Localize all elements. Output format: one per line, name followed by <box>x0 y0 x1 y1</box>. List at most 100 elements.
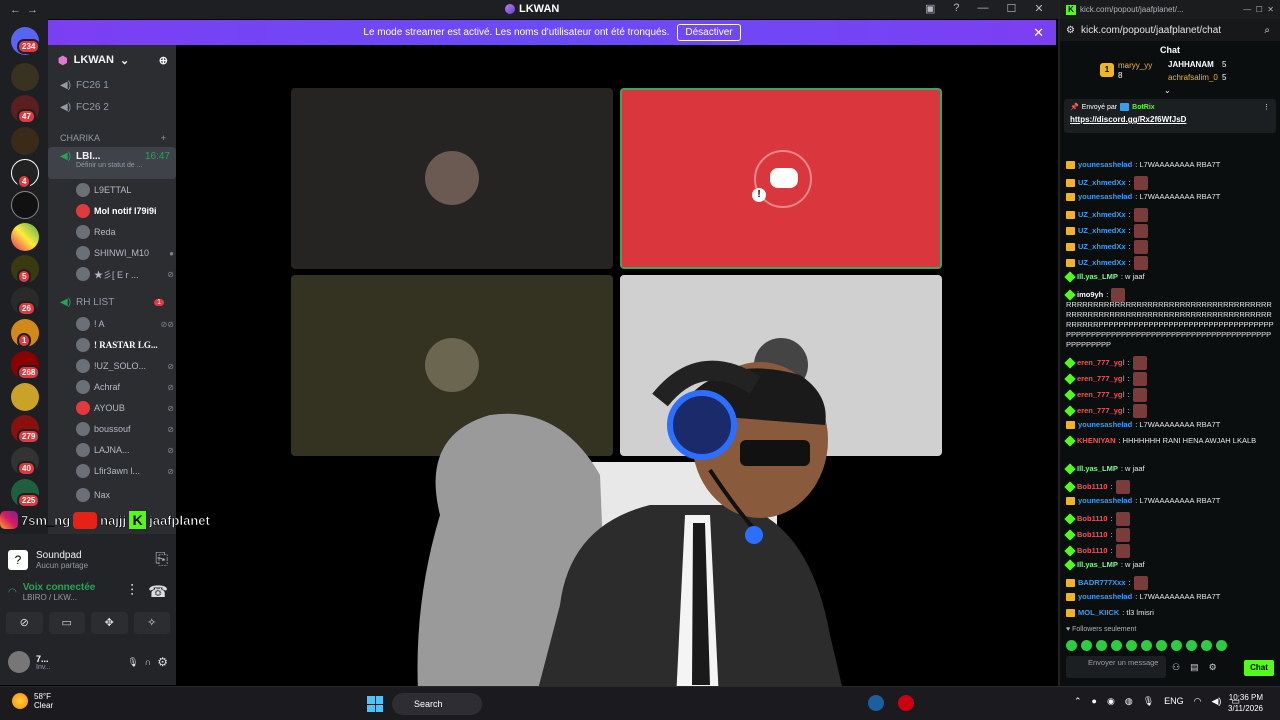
chat-message[interactable]: eren_777_ygl: <box>1064 372 1276 386</box>
voice-user[interactable]: boussouf ⊘ <box>76 419 174 439</box>
weather-widget[interactable]: 58°F Clear <box>12 692 53 710</box>
chat-message[interactable]: Bob1110: <box>1064 528 1276 542</box>
start-button[interactable] <box>367 696 383 712</box>
clock[interactable]: 10:36 PM 3/11/2026 <box>1228 692 1263 714</box>
video-tile-speaking[interactable]: ! <box>620 88 942 269</box>
guild-icon[interactable] <box>11 63 39 91</box>
chat-username[interactable]: Ill.yas_LMP <box>1077 560 1118 570</box>
chat-message[interactable]: Ill.yas_LMP: w jaaf <box>1064 559 1276 571</box>
chat-username[interactable]: Ill.yas_LMP <box>1077 464 1118 474</box>
pinned-link[interactable]: https://discord.gg/Rx2f6WfJsD <box>1070 115 1270 124</box>
minimize-button[interactable]: — <box>978 2 989 15</box>
emote-icon[interactable] <box>1141 640 1152 651</box>
emote-icon[interactable] <box>1126 640 1137 651</box>
emote-icon[interactable] <box>1171 640 1182 651</box>
channel-lbiro[interactable]: ◀) LBI... 16:47 Définir un statut de ... <box>48 147 176 179</box>
channel-rh-list[interactable]: ◀) RH LIST 1 <box>48 292 176 312</box>
settings-icon[interactable]: ⚙ <box>1209 662 1217 673</box>
emote-icon[interactable] <box>1186 640 1197 651</box>
screen-share-button[interactable]: ▭ <box>48 612 85 634</box>
chat-username[interactable]: UZ_xhmedXx <box>1078 226 1126 236</box>
close-window-button[interactable]: ✕ <box>1034 2 1043 15</box>
chat-message[interactable]: Bob1110: <box>1064 512 1276 526</box>
unpin-icon[interactable]: ⋮ <box>1263 103 1270 111</box>
chat-username[interactable]: UZ_xhmedXx <box>1078 178 1126 188</box>
chat-message[interactable]: younesashelad: L7WAAAAAAAA RBA7T <box>1066 192 1276 202</box>
chat-message[interactable]: eren_777_ygl: <box>1064 404 1276 418</box>
voice-user[interactable]: LAJNA... ⊘ <box>76 440 174 460</box>
emote-icon[interactable] <box>1096 640 1107 651</box>
server-header[interactable]: ⬢ LKWAN ⌄ ⊕ <box>48 45 176 75</box>
chevron-up-icon[interactable]: ⌃ <box>1074 696 1082 707</box>
chat-username[interactable]: younesashelad <box>1078 420 1132 430</box>
kick-address-bar[interactable]: ⚙ kick.com/popout/jaafplanet/chat ⌕ <box>1060 19 1280 41</box>
store-icon[interactable]: ▤ <box>1190 662 1199 673</box>
voice-user[interactable]: AYOUB ⊘ <box>76 398 174 418</box>
chat-message[interactable]: younesashelad: L7WAAAAAAAA RBA7T <box>1066 496 1276 506</box>
chat-username[interactable]: eren_777_ygl <box>1077 374 1125 384</box>
add-member-icon[interactable]: ⊕ <box>159 54 168 67</box>
chat-username[interactable]: Bob1110 <box>1077 546 1107 556</box>
chat-message[interactable]: UZ_xhmedXx: <box>1066 240 1276 254</box>
chat-message[interactable]: eren_777_ygl: <box>1064 356 1276 370</box>
voice-user[interactable]: ! A ⊘⊘ <box>76 314 174 334</box>
chat-username[interactable]: younesashelad <box>1078 496 1132 506</box>
nav-arrows[interactable]: ← → <box>0 4 40 16</box>
headphones-icon[interactable]: ∩ <box>145 657 151 667</box>
guild-icon[interactable] <box>11 191 39 219</box>
voice-user[interactable]: Nax <box>76 485 174 505</box>
volume-icon[interactable]: ◀) <box>1212 696 1222 707</box>
voice-user[interactable]: !UZ_SOLO... ⊘ <box>76 356 174 376</box>
guild-icon[interactable] <box>11 383 39 411</box>
chat-username[interactable]: UZ_xhmedXx <box>1078 258 1126 268</box>
wifi-icon[interactable]: ◠ <box>1194 696 1202 707</box>
chat-username[interactable]: MOL_KIICK <box>1078 608 1119 618</box>
voice-user[interactable]: ! RASTAR LG... <box>76 335 174 355</box>
chat-username[interactable]: Bob1110 <box>1077 514 1107 524</box>
chat-message[interactable]: younesashelad: L7WAAAAAAAA RBA7T <box>1066 592 1276 602</box>
video-tile[interactable] <box>291 88 613 269</box>
chat-message[interactable]: Bob1110: <box>1064 544 1276 558</box>
inbox-icon[interactable]: ▣ <box>925 2 935 15</box>
chat-username[interactable]: KHENIYAN <box>1077 436 1115 446</box>
site-info-icon[interactable]: ⚙ <box>1066 25 1075 36</box>
emote-icon[interactable] <box>1066 640 1077 651</box>
chat-message[interactable]: BADR777Xxx: <box>1066 576 1276 590</box>
chat-username[interactable]: younesashelad <box>1078 192 1132 202</box>
voice-channel[interactable]: LBIRO / LKW... <box>23 593 96 602</box>
language-indicator[interactable]: ENG <box>1164 696 1184 707</box>
chat-message[interactable]: Bob1110: <box>1064 480 1276 494</box>
chat-message[interactable]: KHENIYAN: HHHHHHH RANI HENA AWJAH LKALB <box>1064 435 1276 447</box>
tray-app-icon[interactable]: ◍ <box>1125 696 1133 707</box>
chat-message[interactable]: younesashelad: L7WAAAAAAAA RBA7T <box>1066 160 1276 170</box>
disconnect-icon[interactable]: ☎ <box>148 582 168 602</box>
chat-input[interactable]: Envoyer un message <box>1066 656 1166 678</box>
camera-off-button[interactable]: ⊘ <box>6 612 43 634</box>
current-user[interactable]: 7... Inv... 🎙 ∩ ⚙ <box>8 646 168 678</box>
guild-icon[interactable] <box>11 127 39 155</box>
taskbar-search[interactable]: Search <box>392 693 482 715</box>
chat-message[interactable]: UZ_xhmedXx: <box>1066 208 1276 222</box>
emote-icon[interactable] <box>1081 640 1092 651</box>
send-chat-button[interactable]: Chat <box>1244 660 1274 676</box>
emote-icon[interactable] <box>1216 640 1227 651</box>
channel-fc26-1[interactable]: ◀) FC26 1 <box>48 75 176 95</box>
chat-message[interactable]: UZ_xhmedXx: <box>1066 176 1276 190</box>
disable-streamer-button[interactable]: Désactiver <box>677 24 741 41</box>
voice-user[interactable]: ★彡[ E r ... ⊘ <box>76 264 174 284</box>
chat-username[interactable]: Bob1110 <box>1077 530 1107 540</box>
mic-icon[interactable]: 🎙 <box>1143 696 1154 707</box>
emote-icon[interactable] <box>1201 640 1212 651</box>
voice-user[interactable]: Reda <box>76 222 174 242</box>
search-icon[interactable]: ⌕ <box>1264 25 1270 36</box>
chat-username[interactable]: UZ_xhmedXx <box>1078 210 1126 220</box>
chat-username[interactable]: Bob1110 <box>1077 482 1107 492</box>
guild-icon[interactable] <box>11 223 39 251</box>
back-icon[interactable]: ← <box>10 4 21 16</box>
chat-username[interactable]: imo9yh <box>1077 290 1103 300</box>
soundboard-button[interactable]: ✧ <box>133 612 170 634</box>
chat-message[interactable]: eren_777_ygl: <box>1064 388 1276 402</box>
voice-connected[interactable]: ◠ Voix connectée LBIRO / LKW... ⫶ ☎ <box>8 582 168 610</box>
add-channel-icon[interactable]: + <box>161 133 166 143</box>
chat-message[interactable]: RRRRRRRRRRRRRRRRRRRRRRRRRRRRRRRRRRRRRRRR… <box>1066 300 1276 349</box>
